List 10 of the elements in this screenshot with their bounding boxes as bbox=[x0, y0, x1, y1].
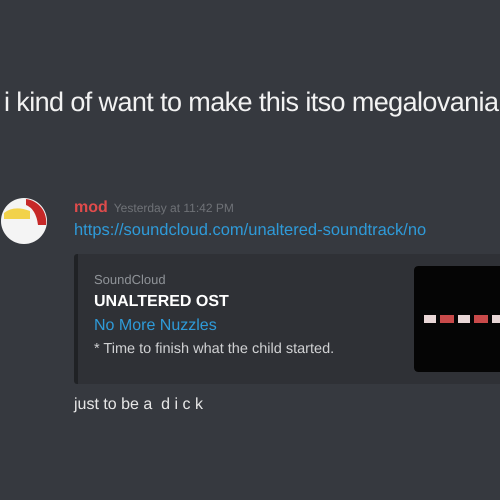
embed-description: * Time to finish what the child started. bbox=[94, 341, 334, 357]
timestamp: Yesterday at 11:42 PM bbox=[114, 201, 234, 215]
embed-title-link[interactable]: No More Nuzzles bbox=[94, 317, 334, 335]
author-name[interactable]: mod bbox=[74, 199, 108, 217]
caption-text: i kind of want to make this itso megalovania bbox=[3, 86, 500, 118]
message-text: just to be a d i c k bbox=[74, 396, 204, 414]
embed-author: UNALTERED OST bbox=[94, 293, 230, 311]
embed-provider: SoundCloud bbox=[94, 272, 167, 287]
message-link[interactable]: https://soundcloud.com/unaltered-soundtrack/no bbox=[74, 221, 500, 240]
avatar-icon[interactable] bbox=[0, 195, 48, 247]
